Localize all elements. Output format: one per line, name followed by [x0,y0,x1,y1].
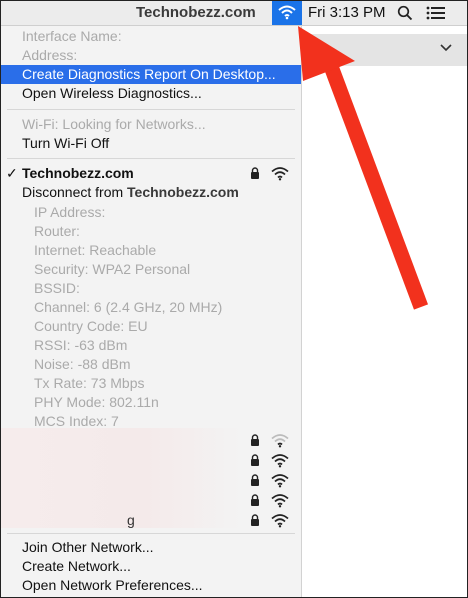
background-window-toolbar [301,34,467,66]
lock-icon [251,434,259,446]
menu-separator [7,533,295,534]
disconnect-item[interactable]: Disconnect from Technobezz.com [1,183,301,202]
wifi-dropdown-menu: Interface Name: Address: Create Diagnost… [1,26,302,597]
wifi-signal-icon [271,167,289,181]
open-network-preferences-label: Open Network Preferences... [22,577,203,593]
detail-item: BSSID: [1,279,301,298]
wifi-signal-icon [271,514,289,528]
background-window [301,26,467,597]
network-name-fragment: g [127,512,135,528]
lock-icon [251,474,259,486]
detail-ip-address: IP Address: [34,204,106,220]
connected-network-item[interactable]: ✓ Technobezz.com [1,164,301,183]
disconnect-label: Disconnect from Technobezz.com [22,183,239,202]
menubar-clock[interactable]: Fri 3:13 PM [308,4,386,21]
lock-icon [251,514,259,526]
interface-name-item: Interface Name: [1,27,301,46]
screenshot-frame: Technobezz.com Fri 3:13 PM Interface Nam… [0,0,468,598]
turn-wifi-off-label: Turn Wi-Fi Off [22,135,110,151]
detail-internet: Internet: Reachable [34,242,157,258]
wifi-signal-icon [271,494,289,508]
lock-icon [251,167,259,179]
detail-noise: Noise: -88 dBm [34,356,131,372]
detail-item: Channel: 6 (2.4 GHz, 20 MHz) [1,298,301,317]
turn-wifi-off-item[interactable]: Turn Wi-Fi Off [1,134,301,153]
create-network-item[interactable]: Create Network... [1,557,301,576]
wifi-status-item: Wi-Fi: Looking for Networks... [1,115,301,134]
detail-item: PHY Mode: 802.11n [1,393,301,412]
create-diagnostics-report-item[interactable]: Create Diagnostics Report On Desktop... [1,65,301,84]
detail-item: Noise: -88 dBm [1,355,301,374]
chevron-down-icon[interactable] [440,44,452,52]
network-list-item[interactable]: g [1,511,301,530]
disconnect-network-name: Technobezz.com [127,184,239,200]
wifi-signal-icon [271,434,289,448]
network-list-item[interactable] [1,451,301,470]
watermark-text: Technobezz.com [136,4,256,21]
notification-list-icon[interactable] [426,6,446,20]
network-list-item[interactable] [1,431,301,450]
address-label: Address: [22,47,78,63]
create-network-label: Create Network... [22,558,131,574]
create-diagnostics-report-label: Create Diagnostics Report On Desktop... [22,66,276,82]
detail-phy-mode: PHY Mode: 802.11n [34,394,159,410]
detail-item: Router: [1,222,301,241]
checkmark-icon: ✓ [6,165,18,181]
search-icon[interactable] [397,5,413,21]
network-list-item[interactable] [1,491,301,510]
connected-network-name: Technobezz.com [22,165,134,181]
detail-item: Country Code: EU [1,317,301,336]
detail-rssi: RSSI: -63 dBm [34,337,128,353]
detail-channel: Channel: 6 (2.4 GHz, 20 MHz) [34,299,223,315]
disconnect-prefix: Disconnect from [22,184,128,200]
address-item: Address: [1,46,301,65]
detail-item: Security: WPA2 Personal [1,260,301,279]
detail-item: IP Address: [1,203,301,222]
wifi-signal-icon [271,474,289,488]
network-list-item[interactable] [1,471,301,490]
detail-item: Tx Rate: 73 Mbps [1,374,301,393]
join-other-network-item[interactable]: Join Other Network... [1,538,301,557]
detail-router: Router: [34,223,80,239]
lock-icon [251,454,259,466]
menu-bar: Technobezz.com Fri 3:13 PM [1,1,467,26]
detail-security: Security: WPA2 Personal [34,261,191,277]
interface-name-label: Interface Name: [22,28,122,44]
wifi-signal-icon [271,454,289,468]
menubar-wifi-button[interactable] [272,1,302,25]
detail-item: Internet: Reachable [1,241,301,260]
menu-separator [7,158,295,159]
detail-country-code: Country Code: EU [34,318,148,334]
wifi-icon [278,5,296,20]
open-wireless-diagnostics-label: Open Wireless Diagnostics... [22,85,202,101]
open-network-preferences-item[interactable]: Open Network Preferences... [1,576,301,595]
lock-icon [251,494,259,506]
menu-separator [7,109,295,110]
wifi-status-label: Wi-Fi: Looking for Networks... [22,116,206,132]
detail-item: RSSI: -63 dBm [1,336,301,355]
detail-bssid: BSSID: [34,280,80,296]
open-wireless-diagnostics-item[interactable]: Open Wireless Diagnostics... [1,84,301,103]
join-other-network-label: Join Other Network... [22,539,154,555]
detail-tx-rate: Tx Rate: 73 Mbps [34,375,145,391]
